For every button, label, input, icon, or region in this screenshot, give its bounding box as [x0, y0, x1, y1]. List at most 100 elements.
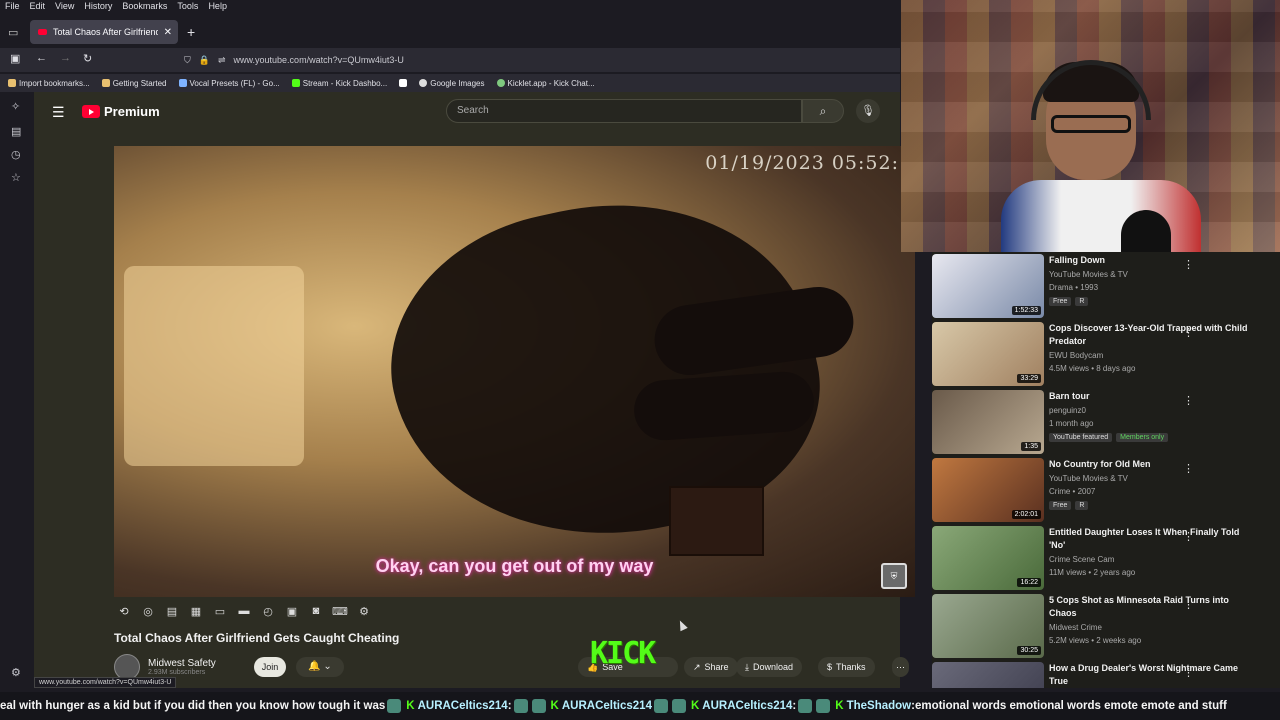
- recommendation-channel: Crime Scene Cam: [1049, 555, 1115, 564]
- video-thumbnail[interactable]: 16:22: [932, 526, 1044, 590]
- audio-icon[interactable]: ◎: [138, 605, 158, 623]
- search-input[interactable]: Search: [446, 99, 802, 123]
- video-thumbnail[interactable]: [932, 662, 1044, 688]
- bookmark-kicklet[interactable]: Kicklet.app - Kick Chat...: [496, 79, 595, 88]
- video-thumbnail[interactable]: 1:35: [932, 390, 1044, 454]
- kebab-menu-icon[interactable]: ⋮: [1183, 462, 1194, 475]
- video-thumbnail[interactable]: 30:25: [932, 594, 1044, 658]
- bookmarks-star-icon[interactable]: ☆: [11, 171, 21, 184]
- recommendation-item[interactable]: How a Drug Dealer's Worst Nightmare Came…: [932, 662, 1280, 688]
- search-button[interactable]: ⌕: [802, 99, 844, 123]
- history-icon[interactable]: ◷: [11, 148, 21, 161]
- recommendation-item[interactable]: 2:02:01 No Country for Old Men YouTube M…: [932, 458, 1280, 522]
- tag-badge: Free: [1049, 297, 1072, 306]
- recommendation-info: 5 Cops Shot as Minnesota Raid Turns into…: [1049, 594, 1249, 658]
- video-frame-wall: [124, 266, 304, 466]
- settings-gear-icon[interactable]: ⚙: [11, 666, 21, 679]
- loop-icon[interactable]: ⟲: [114, 605, 134, 623]
- voice-search-button[interactable]: 🎙: [856, 99, 880, 123]
- thanks-button[interactable]: $ Thanks: [818, 657, 875, 677]
- bookmark-vocal-presets[interactable]: Vocal Presets (FL) - Go...: [178, 79, 280, 88]
- bookmark-unnamed[interactable]: [399, 79, 408, 87]
- video-thumbnail[interactable]: 33:29: [932, 322, 1044, 386]
- youtube-logo[interactable]: Premium: [82, 104, 160, 119]
- menu-history[interactable]: History: [79, 0, 117, 14]
- menu-tools[interactable]: Tools: [172, 0, 203, 14]
- video-thumbnail[interactable]: 1:52:33: [932, 254, 1044, 318]
- pocket-icon[interactable]: ▤: [11, 125, 21, 138]
- permissions-icon[interactable]: ⇌: [218, 55, 226, 66]
- recommendation-channel: penguinz0: [1049, 406, 1086, 415]
- hamburger-menu-icon[interactable]: ☰: [52, 104, 65, 121]
- screenshot-icon[interactable]: ◙: [306, 605, 326, 623]
- menu-help[interactable]: Help: [203, 0, 232, 14]
- tab-overview-icon[interactable]: ▭: [8, 26, 18, 39]
- channel-watermark-icon[interactable]: ⛨: [881, 563, 907, 589]
- streamer-shirt: [1001, 180, 1201, 252]
- menu-bookmarks[interactable]: Bookmarks: [117, 0, 172, 14]
- back-icon[interactable]: ←: [36, 52, 47, 64]
- recommendation-item[interactable]: 33:29 Cops Discover 13-Year-Old Trapped …: [932, 322, 1280, 386]
- lock-icon[interactable]: 🔒: [199, 55, 210, 66]
- download-button[interactable]: ⤓ Download: [736, 657, 803, 677]
- youtube-header: ☰ Premium Search ⌕ 🎙: [34, 96, 900, 128]
- reload-icon[interactable]: ↻: [83, 52, 92, 65]
- kebab-menu-icon[interactable]: ⋮: [1183, 666, 1194, 679]
- emote-icon: [513, 699, 528, 713]
- recommendation-item[interactable]: 1:35 Barn tour penguinz0 1 month ago You…: [932, 390, 1280, 454]
- thanks-label: Thanks: [836, 662, 866, 672]
- keyboard-icon[interactable]: ⌨: [330, 605, 350, 623]
- recommendation-item[interactable]: 16:22 Entitled Daughter Loses It When Fi…: [932, 526, 1280, 590]
- video-thumbnail[interactable]: 2:02:01: [932, 458, 1044, 522]
- sidebar-toggle-icon[interactable]: ▣: [10, 52, 20, 65]
- recommendation-item[interactable]: 1:52:33 Falling Down YouTube Movies & TV…: [932, 254, 1280, 318]
- recommendation-title[interactable]: No Country for Old Men: [1049, 458, 1249, 471]
- new-tab-icon[interactable]: +: [187, 24, 195, 40]
- recommendation-title[interactable]: Barn tour: [1049, 390, 1249, 403]
- youtube-brand: Premium: [104, 104, 160, 119]
- ai-icon[interactable]: ✧: [11, 100, 20, 113]
- recommendation-title[interactable]: Cops Discover 13-Year-Old Trapped with C…: [1049, 322, 1249, 348]
- kebab-menu-icon[interactable]: ⋮: [1183, 326, 1194, 339]
- menu-edit[interactable]: Edit: [25, 0, 51, 14]
- kebab-menu-icon[interactable]: ⋮: [1183, 530, 1194, 543]
- browser-tab[interactable]: Total Chaos After Girlfriend ✕: [30, 20, 178, 44]
- mic-icon: 🎙: [861, 105, 875, 117]
- more-actions-button[interactable]: ⋯: [892, 657, 909, 677]
- share-button[interactable]: ↗ Share: [684, 657, 738, 677]
- kebab-menu-icon[interactable]: ⋮: [1183, 598, 1194, 611]
- settings-icon[interactable]: ⚙: [354, 605, 374, 623]
- menu-view[interactable]: View: [50, 0, 79, 14]
- menu-file[interactable]: File: [0, 0, 25, 14]
- captions-icon[interactable]: ▤: [162, 605, 182, 623]
- join-button[interactable]: Join: [254, 657, 286, 677]
- recommendation-meta: 4.5M views • 8 days ago: [1049, 364, 1136, 373]
- kebab-menu-icon[interactable]: ⋮: [1183, 394, 1194, 407]
- recommendation-title[interactable]: Falling Down: [1049, 254, 1249, 267]
- notification-bell-button[interactable]: 🔔 ⌄: [296, 657, 344, 677]
- url-bar[interactable]: ⛉ 🔒 ⇌ www.youtube.com/watch?v=QUmw4iut3-…: [178, 50, 900, 70]
- recommendation-title[interactable]: 5 Cops Shot as Minnesota Raid Turns into…: [1049, 594, 1249, 620]
- film-icon[interactable]: ▦: [186, 605, 206, 623]
- streamer: [1001, 60, 1201, 252]
- recommendation-title[interactable]: Entitled Daughter Loses It When Finally …: [1049, 526, 1249, 552]
- shield-icon[interactable]: ⛉: [184, 55, 191, 66]
- duration: 16:22: [1017, 578, 1041, 587]
- close-tab-icon[interactable]: ✕: [164, 27, 178, 38]
- microphone: [1121, 210, 1171, 252]
- bookmark-getting-started[interactable]: Getting Started: [101, 79, 167, 88]
- kebab-menu-icon[interactable]: ⋮: [1183, 258, 1194, 271]
- video-player[interactable]: 01/19/2023 05:52: Okay, can you get out …: [114, 146, 915, 597]
- picture-icon[interactable]: ▣: [282, 605, 302, 623]
- recommendation-title[interactable]: How a Drug Dealer's Worst Nightmare Came…: [1049, 662, 1249, 688]
- speed-icon[interactable]: ◴: [258, 605, 278, 623]
- bookmark-import[interactable]: Import bookmarks...: [8, 79, 90, 88]
- pip-icon[interactable]: ▭: [210, 605, 230, 623]
- channel-name[interactable]: Midwest Safety: [148, 658, 216, 669]
- bookmark-kick-dashboard[interactable]: Stream - Kick Dashbo...: [291, 79, 387, 88]
- forward-icon[interactable]: →: [60, 52, 71, 64]
- url-text[interactable]: www.youtube.com/watch?v=QUmw4iut3-U: [234, 55, 404, 65]
- theater-icon[interactable]: ▬: [234, 605, 254, 623]
- recommendation-item[interactable]: 30:25 5 Cops Shot as Minnesota Raid Turn…: [932, 594, 1280, 658]
- bookmark-google-images[interactable]: Google Images: [419, 79, 485, 88]
